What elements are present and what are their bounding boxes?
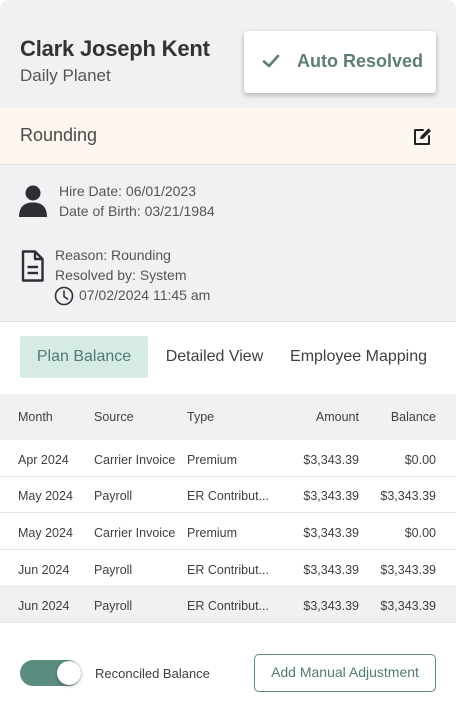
- cell-amount: $3,343.39: [303, 526, 359, 540]
- employee-name: Clark Joseph Kent: [20, 36, 210, 61]
- tab-detailed-view[interactable]: Detailed View: [158, 336, 271, 378]
- cell-type: ER Contribut...: [187, 563, 269, 577]
- clock-icon: [54, 286, 74, 306]
- cell-balance: $0.00: [404, 526, 436, 540]
- add-manual-adjustment-button[interactable]: Add Manual Adjustment: [254, 654, 436, 692]
- person-icon: [19, 185, 47, 217]
- cell-month: May 2024: [18, 526, 73, 540]
- cell-amount: $3,343.39: [303, 489, 359, 503]
- category-label: Rounding: [20, 125, 98, 145]
- cell-source: Payroll: [94, 489, 133, 503]
- cell-source: Payroll: [94, 599, 133, 613]
- column-header-balance: Balance: [390, 410, 436, 424]
- cell-type: Premium: [187, 526, 238, 540]
- document-icon: [21, 250, 44, 282]
- cell-amount: $3,343.39: [303, 563, 359, 577]
- cell-month: Apr 2024: [18, 453, 69, 467]
- employee-company: Daily Planet: [20, 66, 111, 85]
- check-icon: [262, 54, 280, 68]
- cell-source: Carrier Invoice: [94, 526, 176, 540]
- hire-date: Hire Date: 06/01/2023: [59, 183, 196, 199]
- cell-type: ER Contribut...: [187, 599, 269, 613]
- cell-source: Payroll: [94, 563, 133, 577]
- cell-amount: $3,343.39: [303, 599, 359, 613]
- table-row[interactable]: Apr 2024 Carrier Invoice Premium $3,343.…: [0, 441, 456, 477]
- resolution-reason: Reason: Rounding: [55, 247, 171, 263]
- resolved-by: Resolved by: System: [55, 267, 187, 283]
- tab-plan-balance[interactable]: Plan Balance: [20, 336, 148, 378]
- cell-month: Jun 2024: [18, 563, 70, 577]
- cell-type: ER Contribut...: [187, 489, 269, 503]
- cell-balance: $0.00: [404, 453, 436, 467]
- tab-employee-mapping[interactable]: Employee Mapping: [281, 336, 436, 378]
- birth-date: Date of Birth: 03/21/1984: [59, 203, 215, 219]
- cell-source: Carrier Invoice: [94, 453, 176, 467]
- auto-resolved-button[interactable]: Auto Resolved: [244, 31, 436, 93]
- auto-resolved-label: Auto Resolved: [297, 51, 424, 71]
- column-header-source: Source: [94, 410, 134, 424]
- column-header-month: Month: [18, 410, 53, 424]
- column-header-type: Type: [187, 410, 215, 424]
- cell-amount: $3,343.39: [303, 453, 359, 467]
- column-header-amount: Amount: [315, 410, 359, 424]
- table-row[interactable]: Jun 2024 Payroll ER Contribut... $3,343.…: [0, 587, 456, 623]
- table-row[interactable]: Jun 2024 Payroll ER Contribut... $3,343.…: [0, 551, 456, 587]
- cell-balance: $3,343.39: [380, 563, 436, 577]
- cell-type: Premium: [187, 453, 238, 467]
- reconciled-balance-label: Reconciled Balance: [95, 666, 210, 681]
- toggle-knob[interactable]: [57, 661, 81, 685]
- category-bar: Rounding: [0, 108, 456, 165]
- resolved-timestamp: 07/02/2024 11:45 am: [79, 287, 211, 303]
- cell-month: Jun 2024: [18, 599, 70, 613]
- cell-balance: $3,343.39: [380, 489, 436, 503]
- edit-icon[interactable]: [412, 127, 434, 147]
- cell-month: May 2024: [18, 489, 73, 503]
- table-row[interactable]: May 2024 Carrier Invoice Premium $3,343.…: [0, 514, 456, 550]
- table-row[interactable]: May 2024 Payroll ER Contribut... $3,343.…: [0, 477, 456, 513]
- reconciliation-card: Clark Joseph Kent Daily Planet Auto Reso…: [0, 0, 456, 723]
- cell-balance: $3,343.39: [380, 599, 436, 613]
